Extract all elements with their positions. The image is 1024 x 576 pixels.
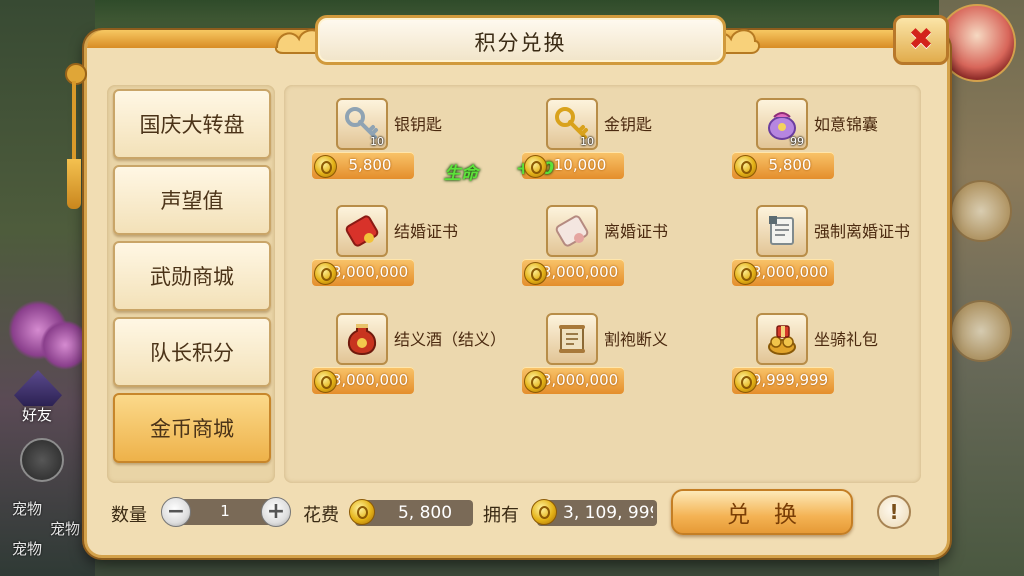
price-tag: 3,000,000 bbox=[312, 367, 414, 394]
pet-label: 宠物 bbox=[12, 500, 43, 518]
category-tab-panel: 国庆大转盘 声望值 武勋商城 队长积分 金币商城 bbox=[107, 85, 275, 483]
item-count: 10 bbox=[370, 135, 384, 148]
item-price: 9,999,999 bbox=[751, 371, 829, 389]
owned-label: 拥有 bbox=[483, 505, 519, 526]
points-exchange-dialog: 积分兑换 ✖ 国庆大转盘 声望值 武勋商城 队长积分 金币商城 10 银钥匙 5… bbox=[65, 15, 950, 558]
gold-coin-icon bbox=[524, 262, 547, 285]
shop-item[interactable]: 坐骑礼包 9,999,999 bbox=[732, 313, 952, 409]
pet-label: 宠物 bbox=[12, 540, 43, 558]
cost-label: 花费 bbox=[303, 505, 339, 526]
item-name: 如意锦囊 bbox=[814, 115, 879, 134]
flower-decoration bbox=[40, 320, 90, 370]
price-tag: 5,800 bbox=[312, 152, 414, 179]
gold-coin-icon bbox=[524, 370, 547, 393]
gold-coin-icon bbox=[349, 499, 375, 525]
price-tag: 3,000,000 bbox=[312, 259, 414, 286]
shop-item[interactable]: 割袍断义 3,000,000 bbox=[522, 313, 742, 409]
item-name: 离婚证书 bbox=[604, 222, 669, 241]
item-grid: 10 银钥匙 5,800 10 金钥匙 10,000 99 如意锦囊 5,800… bbox=[284, 85, 921, 483]
item-price: 3,000,000 bbox=[541, 263, 619, 281]
item-name: 割袍断义 bbox=[604, 330, 669, 349]
gold-coin-icon bbox=[734, 370, 757, 393]
owned-display: 3, 109, 999 bbox=[531, 499, 657, 526]
shop-item[interactable]: 结婚证书 3,000,000 bbox=[312, 205, 532, 301]
shop-item[interactable]: 离婚证书 3,000,000 bbox=[522, 205, 742, 301]
gold-coin-icon bbox=[734, 155, 757, 178]
shop-item[interactable]: 结义酒（结义） 3,000,000 bbox=[312, 313, 532, 409]
lucky-pouch-icon: 99 bbox=[756, 98, 808, 150]
price-tag: 5,800 bbox=[732, 152, 834, 179]
quantity-value[interactable]: 1 bbox=[187, 502, 263, 520]
title-plate: 积分兑换 bbox=[315, 15, 726, 65]
gold-coin-icon bbox=[314, 262, 337, 285]
close-icon: ✖ bbox=[908, 22, 934, 57]
scene-icon[interactable] bbox=[950, 180, 1012, 242]
shop-item[interactable]: 10 银钥匙 5,800 bbox=[312, 98, 532, 194]
item-name: 银钥匙 bbox=[394, 115, 443, 134]
tab-reputation[interactable]: 声望值 bbox=[113, 165, 271, 235]
pet-label: 宠物 bbox=[50, 520, 81, 538]
scene-icon[interactable] bbox=[950, 300, 1012, 362]
plus-button[interactable]: + bbox=[261, 497, 291, 527]
tab-military-merit-shop[interactable]: 武勋商城 bbox=[113, 241, 271, 311]
exchange-button[interactable]: 兑换 bbox=[671, 489, 853, 535]
background-left bbox=[0, 0, 95, 576]
close-button[interactable]: ✖ bbox=[893, 15, 949, 65]
item-price: 3,000,000 bbox=[541, 371, 619, 389]
marriage-certificate-icon bbox=[336, 205, 388, 257]
item-price: 5,800 bbox=[348, 156, 392, 174]
item-name: 金钥匙 bbox=[604, 115, 653, 134]
chat-icon[interactable] bbox=[20, 438, 64, 482]
cost-value: 5, 800 bbox=[397, 503, 453, 523]
cost-display: 5, 800 bbox=[349, 499, 473, 526]
divorce-certificate-icon bbox=[546, 205, 598, 257]
gold-key-icon: 10 bbox=[546, 98, 598, 150]
brotherhood-wine-icon bbox=[336, 313, 388, 365]
dialog-title: 积分兑换 bbox=[474, 31, 567, 55]
item-price: 5,800 bbox=[768, 156, 812, 174]
gold-coin-icon bbox=[734, 262, 757, 285]
floating-stat-label: 生命 bbox=[444, 164, 478, 184]
item-name: 强制离婚证书 bbox=[814, 222, 911, 241]
info-button[interactable]: ! bbox=[877, 495, 911, 529]
tassel-decoration bbox=[65, 63, 87, 213]
gold-coin-icon bbox=[531, 499, 557, 525]
item-count: 10 bbox=[580, 135, 594, 148]
owned-value: 3, 109, 999 bbox=[563, 503, 653, 523]
price-tag: 3,000,000 bbox=[522, 259, 624, 286]
mount-gift-pack-icon bbox=[756, 313, 808, 365]
forced-divorce-certificate-icon bbox=[756, 205, 808, 257]
price-tag: 10,000 bbox=[522, 152, 624, 179]
price-tag: 3,000,000 bbox=[522, 367, 624, 394]
shop-item[interactable]: 99 如意锦囊 5,800 bbox=[732, 98, 952, 194]
item-price: 3,000,000 bbox=[331, 371, 409, 389]
quantity-label: 数量 bbox=[111, 505, 147, 526]
price-tag: 3,000,000 bbox=[732, 259, 834, 286]
item-name: 结义酒（结义） bbox=[394, 330, 507, 349]
shop-item[interactable]: 10 金钥匙 10,000 bbox=[522, 98, 742, 194]
item-price: 3,000,000 bbox=[751, 263, 829, 281]
shop-item[interactable]: 强制离婚证书 3,000,000 bbox=[732, 205, 952, 301]
tab-captain-points[interactable]: 队长积分 bbox=[113, 317, 271, 387]
item-count: 99 bbox=[790, 135, 804, 148]
item-name: 坐骑礼包 bbox=[814, 330, 879, 349]
tab-national-day-wheel[interactable]: 国庆大转盘 bbox=[113, 89, 271, 159]
friend-label: 好友 bbox=[22, 406, 53, 424]
gold-coin-icon bbox=[314, 370, 337, 393]
silver-key-icon: 10 bbox=[336, 98, 388, 150]
item-name: 结婚证书 bbox=[394, 222, 459, 241]
gold-coin-icon bbox=[524, 155, 547, 178]
tab-gold-coin-shop[interactable]: 金币商城 bbox=[113, 393, 271, 463]
price-tag: 9,999,999 bbox=[732, 367, 834, 394]
severance-scroll-icon bbox=[546, 313, 598, 365]
gold-coin-icon bbox=[314, 155, 337, 178]
item-price: 3,000,000 bbox=[331, 263, 409, 281]
